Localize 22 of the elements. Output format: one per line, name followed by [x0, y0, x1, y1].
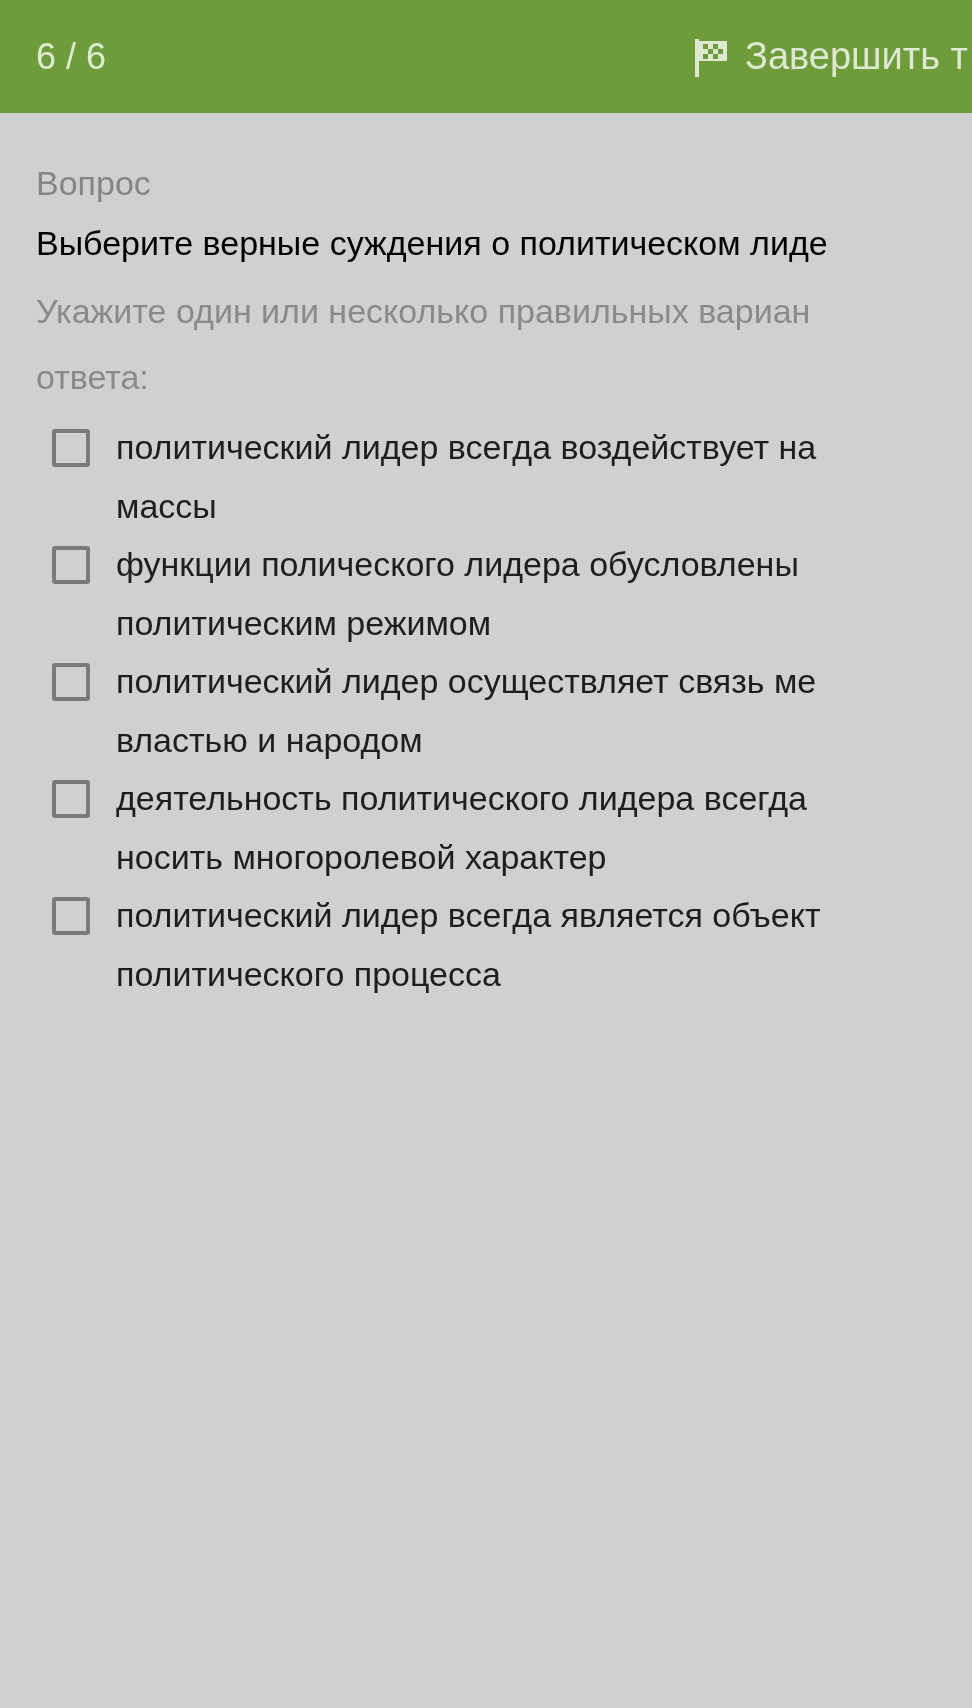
checkbox[interactable] [52, 897, 90, 935]
option-text: политического процесса [116, 954, 501, 994]
answer-instruction: Укажите один или несколько правильных вариан [36, 291, 811, 331]
checkered-flag-icon [693, 36, 729, 77]
option-text: деятельность политического лидера всегда [116, 778, 807, 818]
option-text: политический лидер всегда воздействует на [116, 427, 817, 467]
option-text: носить многоролевой характер [116, 837, 607, 877]
finish-test-button[interactable]: Завершить т [693, 28, 972, 85]
option-text: функции полического лидера обусловлены [116, 544, 799, 584]
checkbox[interactable] [52, 663, 90, 701]
option-text: политический лидер осуществляет связь ме [116, 661, 817, 701]
option-text: властью и народом [116, 720, 423, 760]
option-text: массы [116, 486, 217, 526]
checkbox[interactable] [52, 429, 90, 467]
option-text: политический лидер всегда является объект [116, 895, 821, 935]
question-label: Вопрос [36, 163, 151, 203]
question-counter: 6 / 6 [36, 34, 107, 79]
checkbox[interactable] [52, 780, 90, 818]
answer-instruction: ответа: [36, 357, 149, 397]
question-text: Выберите верные суждения о политическом лиде [36, 223, 828, 263]
checkbox[interactable] [52, 546, 90, 584]
option-text: политическим режимом [116, 603, 492, 643]
